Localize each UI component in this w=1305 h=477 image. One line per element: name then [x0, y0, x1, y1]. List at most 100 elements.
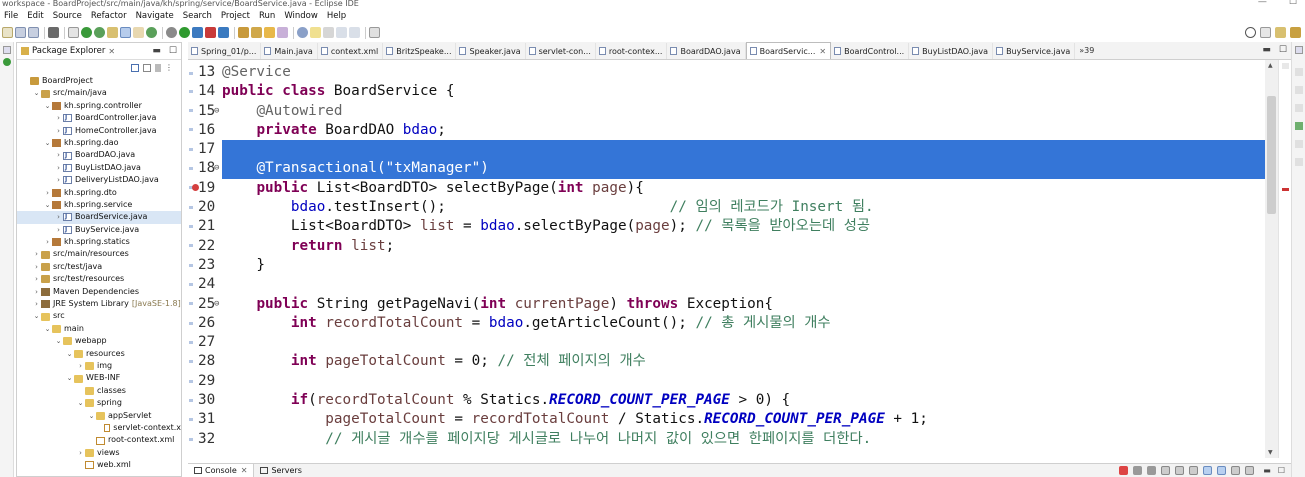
collapsed-chevron-icon[interactable]: › [54, 211, 63, 223]
scrollbar-thumb[interactable] [1267, 96, 1276, 214]
show-on-output-icon[interactable] [1203, 466, 1213, 475]
globe-icon[interactable] [297, 27, 308, 38]
expanded-chevron-icon[interactable]: ⌄ [54, 335, 63, 347]
expanded-chevron-icon[interactable]: ⌄ [43, 137, 52, 149]
editor-tab[interactable]: context.xml [318, 43, 384, 59]
annotation-icon[interactable] [323, 27, 334, 38]
java-icon[interactable] [133, 27, 144, 38]
search-icon[interactable] [310, 27, 321, 38]
tree-item[interactable]: › kh.spring.statics [17, 236, 181, 248]
tree-item[interactable]: › BoardDAO.java [17, 149, 181, 162]
tree-item[interactable]: › src/main/resources [17, 248, 181, 260]
editor-tab[interactable]: Spring_01/p... [188, 43, 262, 59]
java-ee-perspective-icon[interactable] [1275, 27, 1286, 38]
code-lines[interactable]: 13 @Service 14 public class BoardService {1… [192, 63, 1268, 449]
code-line[interactable]: 17 [198, 140, 1268, 160]
outline-icon[interactable] [1295, 68, 1303, 76]
open-console-icon[interactable] [1245, 466, 1255, 475]
expanded-chevron-icon[interactable]: ⌄ [87, 410, 96, 422]
restore-icon[interactable] [3, 46, 11, 54]
tree-item[interactable]: ⌄ resources [17, 348, 181, 360]
collapsed-chevron-icon[interactable]: › [54, 112, 63, 124]
forward-icon[interactable] [349, 27, 360, 38]
collapse-all-icon[interactable] [131, 63, 139, 72]
code-line[interactable]: 25 ⊖ public String getPageNavi(int curren… [198, 295, 1268, 314]
code-line[interactable]: 31 pageTotalCount = recordTotalCount / S… [198, 410, 1268, 429]
expanded-chevron-icon[interactable]: ⌄ [76, 397, 85, 409]
maximize-editor-icon[interactable]: ☐ [1279, 45, 1287, 55]
editor-tab[interactable]: BritzSpeake... [383, 43, 457, 59]
menu-item-run[interactable]: Run [255, 11, 280, 21]
tree-item[interactable]: › img [17, 360, 181, 372]
code-line[interactable]: 24 [198, 275, 1268, 294]
expanded-chevron-icon[interactable]: ⌄ [43, 199, 52, 211]
pin-editor-icon[interactable] [369, 27, 380, 38]
code-line[interactable]: 27 [198, 333, 1268, 352]
panel-tab-servers[interactable]: Servers [254, 464, 307, 477]
maximize-panel-icon[interactable]: ☐ [1278, 466, 1285, 475]
collapsed-chevron-icon[interactable]: › [54, 162, 63, 174]
collapsed-chevron-icon[interactable]: › [43, 187, 52, 199]
tree-item[interactable]: › kh.spring.dto [17, 187, 181, 199]
code-line[interactable]: 20 bdao.testInsert(); // 임의 레코드가 Insert … [198, 198, 1268, 217]
tree-item[interactable]: web.xml [17, 459, 181, 471]
tree-item[interactable]: ⌄ main [17, 323, 181, 335]
refresh-icon[interactable] [94, 27, 105, 38]
collapsed-chevron-icon[interactable]: › [76, 360, 85, 372]
code-line[interactable]: 30 if(recordTotalCount % Statics.RECORD_… [198, 391, 1268, 410]
collapsed-chevron-icon[interactable]: › [32, 273, 41, 285]
collapsed-chevron-icon[interactable]: › [76, 447, 85, 459]
new-java-project-icon[interactable] [238, 27, 249, 38]
editor-tab[interactable]: BoardDAO.java [667, 43, 746, 59]
tree-item[interactable]: classes [17, 385, 181, 397]
editor-tab[interactable]: Speaker.java [456, 43, 526, 59]
open-perspective-icon[interactable] [1260, 27, 1271, 38]
spring-explorer-icon[interactable] [3, 58, 11, 66]
code-line[interactable]: 22 return list; [198, 237, 1268, 256]
menu-item-file[interactable]: File [0, 11, 23, 21]
code-line[interactable]: 13 @Service [198, 63, 1268, 82]
maximize-view-icon[interactable]: ☐ [169, 46, 177, 56]
code-line[interactable]: 29 [198, 372, 1268, 391]
view-menu-icon[interactable]: ⋮ [165, 63, 173, 72]
link-editor-icon[interactable] [143, 63, 151, 72]
clear-console-icon[interactable] [1161, 466, 1171, 475]
terminal-icon[interactable] [48, 27, 59, 38]
editor-tab[interactable]: Main.java [261, 43, 318, 59]
terminate-icon[interactable] [1119, 466, 1129, 475]
code-line[interactable]: 28 int pageTotalCount = 0; // 전체 페이지의 개수 [198, 352, 1268, 371]
view-title[interactable]: Package Explorer [32, 46, 105, 56]
code-line[interactable]: 26 int recordTotalCount = bdao.getArticl… [198, 314, 1268, 333]
editor-tab[interactable]: servlet-con... [526, 43, 596, 59]
bookmarks-icon[interactable] [1295, 158, 1303, 166]
close-icon[interactable]: ✕ [241, 466, 248, 475]
fold-toggle-icon[interactable]: ⊖ [214, 102, 219, 121]
restore-icon[interactable] [1295, 46, 1303, 54]
editor-tab[interactable]: BoardServic... ✕ [745, 42, 832, 59]
new-icon[interactable] [2, 27, 13, 38]
collapsed-chevron-icon[interactable]: › [54, 224, 63, 236]
java-perspective-icon[interactable] [1290, 27, 1301, 38]
editor-vertical-scrollbar[interactable]: ▲ ▼ [1265, 60, 1278, 458]
collapsed-chevron-icon[interactable]: › [43, 236, 52, 248]
tree-item[interactable]: ⌄ kh.spring.service [17, 199, 181, 211]
maximize-icon[interactable]: ☐ [1289, 0, 1297, 7]
minimize-panel-icon[interactable]: ▬ [1263, 466, 1271, 475]
collapsed-chevron-icon[interactable]: › [54, 149, 63, 161]
expanded-chevron-icon[interactable]: ⌄ [32, 87, 41, 99]
minimize-editor-icon[interactable]: ▬ [1262, 45, 1271, 55]
tree-item[interactable]: ⌄ src/main/java [17, 87, 181, 99]
tree-item[interactable]: root-context.xml [17, 434, 181, 446]
collapsed-chevron-icon[interactable]: › [54, 125, 63, 137]
new-class-icon[interactable] [264, 27, 275, 38]
code-line[interactable]: 23 } [198, 256, 1268, 275]
error-marker-icon[interactable] [192, 183, 199, 191]
expanded-chevron-icon[interactable]: ⌄ [43, 100, 52, 112]
code-line[interactable]: 19 public List<BoardDTO> selectByPage(in… [192, 179, 1268, 198]
tree-item[interactable]: servlet-context.x [17, 422, 181, 434]
external-tools-icon[interactable] [205, 27, 216, 38]
remove-launch-icon[interactable] [1133, 466, 1143, 475]
collapsed-chevron-icon[interactable]: › [32, 261, 41, 273]
editor-tab[interactable]: BoardControl... [831, 43, 910, 59]
tree-item[interactable]: › JRE System Library [JavaSE-1.8] [17, 298, 181, 310]
